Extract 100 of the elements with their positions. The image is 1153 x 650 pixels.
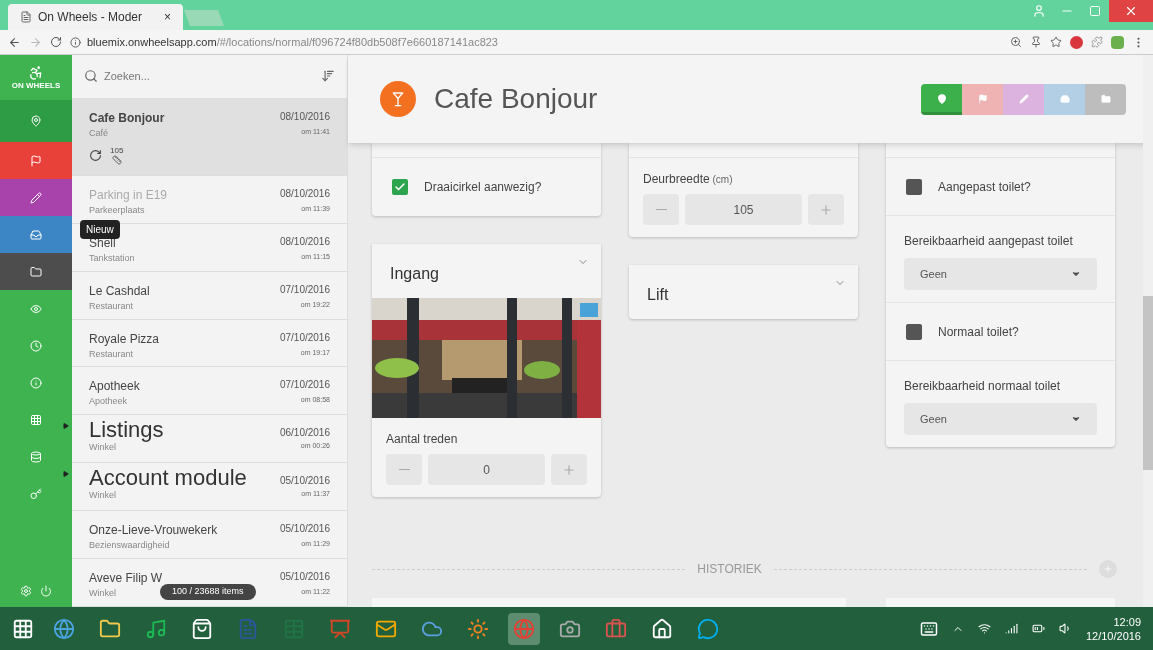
increment-button[interactable] bbox=[551, 454, 587, 485]
scrollbar[interactable] bbox=[1143, 55, 1153, 607]
item-category: Parkeerplaats bbox=[89, 203, 145, 217]
volume-icon[interactable] bbox=[1058, 622, 1072, 635]
turn-icon bbox=[89, 149, 102, 163]
category-button[interactable] bbox=[1003, 83, 1044, 115]
maximize-icon[interactable] bbox=[1089, 5, 1101, 17]
item-category: Tankstation bbox=[89, 251, 135, 265]
category-button[interactable] bbox=[962, 83, 1003, 115]
section-divider-label: HISTORIEK bbox=[697, 561, 762, 578]
new-tab-button[interactable] bbox=[184, 10, 224, 26]
nav-item[interactable] bbox=[0, 253, 72, 290]
app-glyph-icon bbox=[467, 617, 489, 640]
item-name: Le Cashdal bbox=[89, 282, 150, 300]
pencil-icon bbox=[30, 191, 42, 204]
item-date: 07/10/2016 bbox=[279, 330, 330, 345]
folder-icon bbox=[1100, 94, 1111, 104]
app-glyph-icon bbox=[605, 617, 627, 640]
sort-icon[interactable] bbox=[321, 69, 335, 84]
item-category: Apotheek bbox=[89, 395, 128, 409]
item-category: Restaurant bbox=[89, 347, 134, 361]
minus-icon bbox=[655, 208, 667, 211]
page-title: Cafe Bonjour bbox=[434, 82, 598, 116]
search-icon[interactable] bbox=[84, 69, 98, 84]
increment-button[interactable] bbox=[808, 194, 844, 225]
caret-icon bbox=[1071, 414, 1081, 424]
app-glyph-icon bbox=[99, 617, 121, 640]
number-field[interactable]: 105 bbox=[685, 194, 802, 225]
extension-icon[interactable] bbox=[1070, 35, 1083, 49]
checkbox[interactable] bbox=[906, 178, 922, 195]
pin-icon[interactable] bbox=[1030, 36, 1042, 48]
app-glyph-icon bbox=[329, 617, 351, 640]
item-name: Onze-Lieve-Vrouwekerk bbox=[89, 522, 218, 540]
item-category: Restaurant bbox=[89, 299, 134, 313]
checkbox-label: Aangepast toilet? bbox=[938, 178, 1031, 196]
grid-icon bbox=[30, 413, 42, 426]
select-field[interactable]: Geen bbox=[904, 403, 1097, 435]
clock-date[interactable]: 12/10/2016 bbox=[1085, 628, 1141, 643]
item-date: 05/10/2016 bbox=[279, 474, 330, 489]
item-date: 08/10/2016 bbox=[279, 234, 330, 249]
app-glyph-icon bbox=[191, 617, 213, 640]
zoom-icon[interactable] bbox=[1010, 36, 1022, 48]
checkbox-label: Normaal toilet? bbox=[938, 323, 1019, 341]
battery-icon[interactable] bbox=[1031, 622, 1045, 635]
app-glyph-icon bbox=[237, 617, 259, 640]
item-category: Winkel bbox=[89, 587, 116, 601]
settings-icon[interactable] bbox=[20, 585, 32, 597]
nav-item[interactable] bbox=[0, 216, 72, 253]
eye-icon bbox=[30, 302, 42, 315]
item-category: Winkel bbox=[89, 489, 116, 503]
info-icon[interactable] bbox=[70, 36, 81, 48]
pin-icon bbox=[936, 94, 947, 104]
pin-icon bbox=[30, 115, 42, 127]
checkbox[interactable] bbox=[906, 323, 922, 340]
app-glyph-icon bbox=[145, 617, 167, 640]
keyboard-icon[interactable] bbox=[919, 619, 938, 638]
page-icon bbox=[20, 11, 32, 23]
check-icon bbox=[394, 181, 406, 193]
select-field[interactable]: Geen bbox=[904, 258, 1097, 290]
reload-icon[interactable] bbox=[50, 36, 62, 48]
item-date: 05/10/2016 bbox=[279, 522, 330, 537]
number-field[interactable]: 0 bbox=[428, 454, 545, 485]
item-category: Café bbox=[89, 126, 108, 140]
item-name: Aveve Filip W bbox=[89, 570, 163, 588]
pencil-icon bbox=[1018, 94, 1029, 104]
user-icon[interactable] bbox=[1032, 4, 1046, 18]
close-button[interactable] bbox=[1109, 0, 1153, 22]
item-name: Cafe Bonjour bbox=[89, 109, 165, 127]
clock-time[interactable]: 12:09 bbox=[1113, 614, 1141, 629]
clock-icon bbox=[30, 339, 42, 352]
forward-icon[interactable] bbox=[29, 35, 42, 49]
close-icon bbox=[1124, 4, 1138, 18]
item-date: 06/10/2016 bbox=[279, 426, 330, 441]
item-date: 05/10/2016 bbox=[279, 570, 330, 585]
extension-icon[interactable] bbox=[1091, 36, 1103, 48]
item-date: 07/10/2016 bbox=[279, 378, 330, 393]
inbox-icon bbox=[30, 228, 42, 241]
section-title: Ingang bbox=[390, 264, 439, 284]
search-field[interactable]: Zoeken... bbox=[104, 68, 254, 85]
item-date: 08/10/2016 bbox=[279, 186, 330, 201]
start-icon[interactable] bbox=[12, 617, 34, 640]
category-button[interactable] bbox=[921, 83, 962, 115]
category-button[interactable] bbox=[1085, 83, 1126, 115]
signal-icon[interactable] bbox=[1004, 622, 1018, 635]
plus-icon bbox=[819, 202, 833, 217]
pointer-icon bbox=[63, 423, 69, 430]
key-icon bbox=[30, 487, 42, 500]
inbox-icon bbox=[1059, 94, 1070, 104]
annotation-label: Listings bbox=[89, 419, 164, 442]
star-icon[interactable] bbox=[1050, 36, 1062, 48]
back-icon[interactable] bbox=[8, 35, 21, 49]
browser-tab[interactable]: On Wheels - Moder × bbox=[8, 4, 183, 30]
width-value: 105 bbox=[110, 146, 124, 156]
network-icon[interactable] bbox=[977, 622, 991, 635]
checkbox-label: Draaicirkel aanwezig? bbox=[424, 179, 542, 196]
close-tab-button[interactable]: × bbox=[164, 8, 171, 26]
extension-icon[interactable] bbox=[1111, 35, 1124, 49]
checkbox[interactable] bbox=[392, 179, 408, 195]
power-icon[interactable] bbox=[40, 585, 52, 597]
field-label: Bereikbaarheid normaal toilet bbox=[904, 378, 1062, 395]
